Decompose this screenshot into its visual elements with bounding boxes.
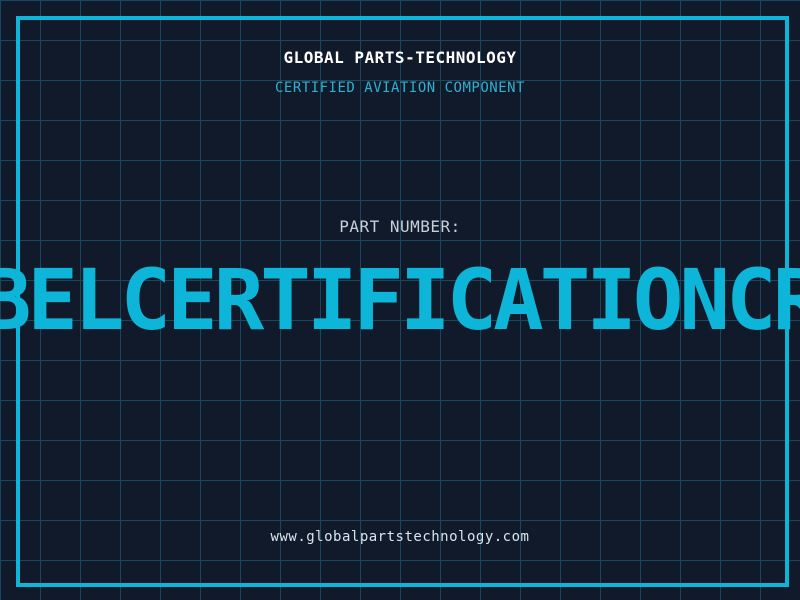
part-number-label: PART NUMBER: [0,217,800,237]
part-number-value: BELCERTIFICATIONCR [0,254,800,346]
tagline: CERTIFIED AVIATION COMPONENT [0,78,800,98]
website-url: www.globalpartstechnology.com [0,527,800,547]
company-name: GLOBAL PARTS-TECHNOLOGY [0,48,800,68]
